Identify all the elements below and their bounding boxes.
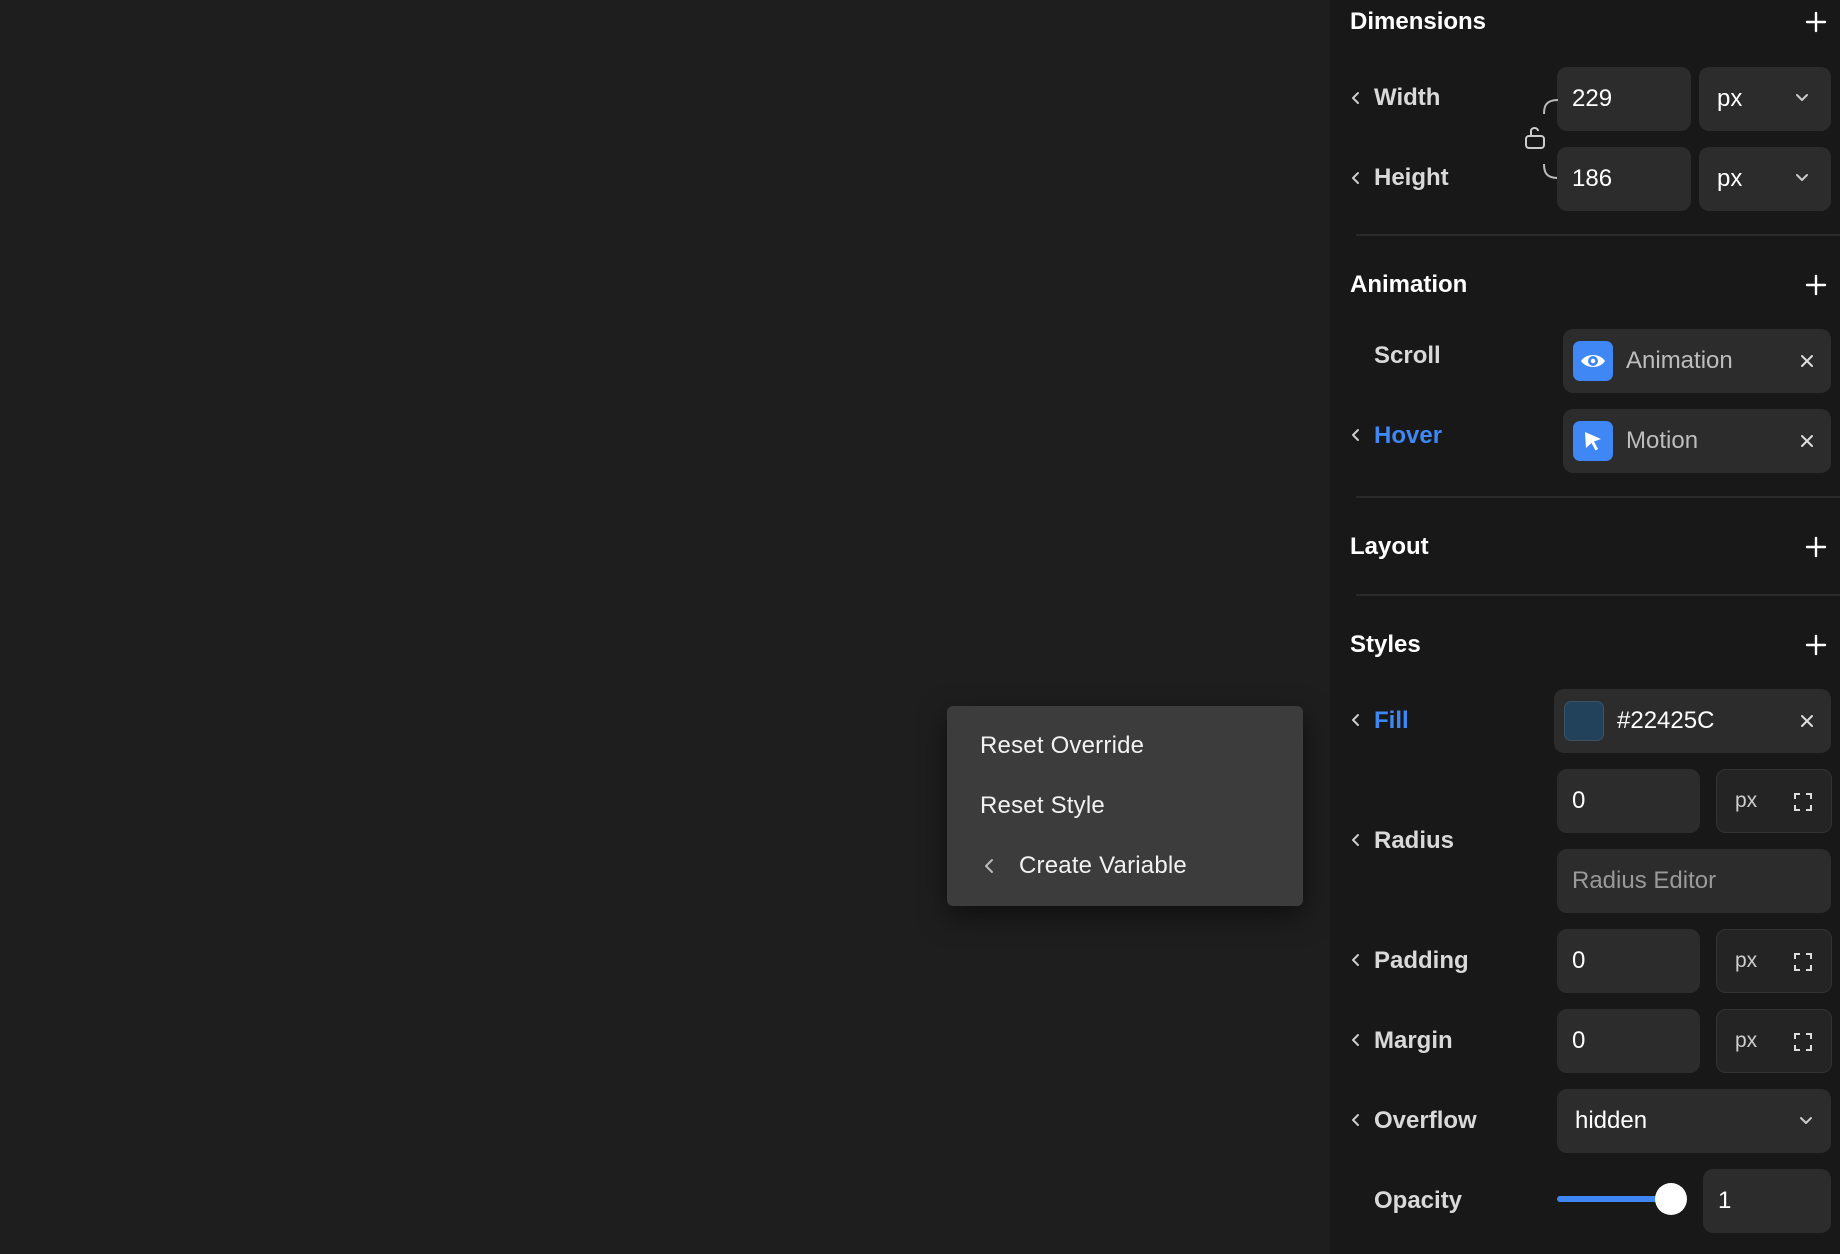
cursor-icon <box>1573 421 1613 461</box>
hover-label: Hover <box>1374 422 1443 449</box>
hover-motion-chip[interactable]: Motion <box>1563 409 1831 473</box>
margin-unit-toggle[interactable]: px <box>1716 1009 1832 1073</box>
chevron-left-icon[interactable] <box>1350 953 1362 967</box>
chevron-left-icon[interactable] <box>1350 428 1362 442</box>
divider <box>1356 594 1840 596</box>
menu-item-reset-style[interactable]: Reset Style <box>947 776 1303 836</box>
width-label: Width <box>1374 84 1441 111</box>
lock-open-icon[interactable] <box>1523 124 1547 150</box>
section-title-animation: Animation <box>1350 271 1468 298</box>
radius-unit-value: px <box>1735 789 1758 812</box>
opacity-label: Opacity <box>1374 1187 1463 1214</box>
plus-icon[interactable] <box>1804 535 1828 559</box>
overflow-label: Overflow <box>1374 1107 1477 1134</box>
properties-panel: Dimensions Width 229 px Height 186 px An… <box>1330 0 1840 1254</box>
close-icon[interactable] <box>1800 434 1814 448</box>
margin-label: Margin <box>1374 1027 1453 1054</box>
radius-label: Radius <box>1374 827 1455 854</box>
divider <box>1356 234 1840 236</box>
chevron-left-icon[interactable] <box>1350 833 1362 847</box>
width-input[interactable]: 229 <box>1557 67 1691 131</box>
scroll-animation-chip[interactable]: Animation <box>1563 329 1831 393</box>
overflow-value: hidden <box>1575 1107 1648 1134</box>
margin-unit-value: px <box>1735 1029 1758 1052</box>
width-unit-select[interactable]: px <box>1699 67 1831 131</box>
menu-item-reset-override[interactable]: Reset Override <box>947 716 1303 776</box>
expand-icon <box>1794 793 1812 811</box>
menu-item-create-variable[interactable]: Create Variable <box>947 836 1303 896</box>
chevron-left-icon[interactable] <box>1350 1113 1362 1127</box>
canvas-area[interactable] <box>0 0 1330 1254</box>
chevron-left-icon[interactable] <box>1350 1033 1362 1047</box>
menu-item-label: Reset Style <box>980 792 1105 819</box>
height-label: Height <box>1374 164 1449 191</box>
radius-input[interactable]: 0 <box>1557 769 1700 833</box>
chevron-down-icon <box>1796 94 1808 101</box>
plus-icon[interactable] <box>1804 273 1828 297</box>
padding-input[interactable]: 0 <box>1557 929 1700 993</box>
expand-icon <box>1794 953 1812 971</box>
context-menu: Reset Override Reset Style Create Variab… <box>947 706 1303 906</box>
menu-item-label: Create Variable <box>1019 852 1187 879</box>
section-title-dimensions: Dimensions <box>1350 8 1487 35</box>
menu-item-label: Reset Override <box>980 732 1145 759</box>
chevron-left-icon[interactable] <box>1350 713 1362 727</box>
fill-label: Fill <box>1374 707 1409 734</box>
expand-icon <box>1794 1033 1812 1051</box>
width-unit-value: px <box>1717 85 1743 112</box>
plus-icon[interactable] <box>1804 633 1828 657</box>
chevron-left-icon <box>983 858 1003 874</box>
radius-editor-field[interactable]: Radius Editor <box>1557 849 1831 913</box>
section-title-styles: Styles <box>1350 631 1421 658</box>
height-unit-select[interactable]: px <box>1699 147 1831 211</box>
height-unit-value: px <box>1717 165 1743 192</box>
divider <box>1356 496 1840 498</box>
padding-unit-toggle[interactable]: px <box>1716 929 1832 993</box>
close-icon[interactable] <box>1800 354 1814 368</box>
chip-label: Animation <box>1626 347 1733 374</box>
overflow-select[interactable]: hidden <box>1557 1089 1831 1153</box>
fill-color-swatch[interactable] <box>1564 701 1604 741</box>
height-input[interactable]: 186 <box>1557 147 1691 211</box>
chevron-left-icon[interactable] <box>1350 91 1362 105</box>
padding-unit-value: px <box>1735 949 1758 972</box>
eye-icon <box>1573 341 1613 381</box>
radius-unit-toggle[interactable]: px <box>1716 769 1832 833</box>
padding-label: Padding <box>1374 947 1469 974</box>
fill-color-value: #22425C <box>1617 707 1715 734</box>
chevron-left-icon[interactable] <box>1350 171 1362 185</box>
chevron-down-icon <box>1796 174 1808 181</box>
chevron-down-icon <box>1800 1117 1812 1124</box>
margin-input[interactable]: 0 <box>1557 1009 1700 1073</box>
chip-label: Motion <box>1626 427 1699 454</box>
opacity-slider-thumb[interactable] <box>1655 1183 1687 1215</box>
close-icon[interactable] <box>1800 714 1814 728</box>
plus-icon[interactable] <box>1804 10 1828 34</box>
opacity-input[interactable]: 1 <box>1703 1169 1831 1233</box>
scroll-label: Scroll <box>1374 342 1441 369</box>
fill-color-field[interactable]: #22425C <box>1554 689 1831 753</box>
section-title-layout: Layout <box>1350 533 1429 560</box>
